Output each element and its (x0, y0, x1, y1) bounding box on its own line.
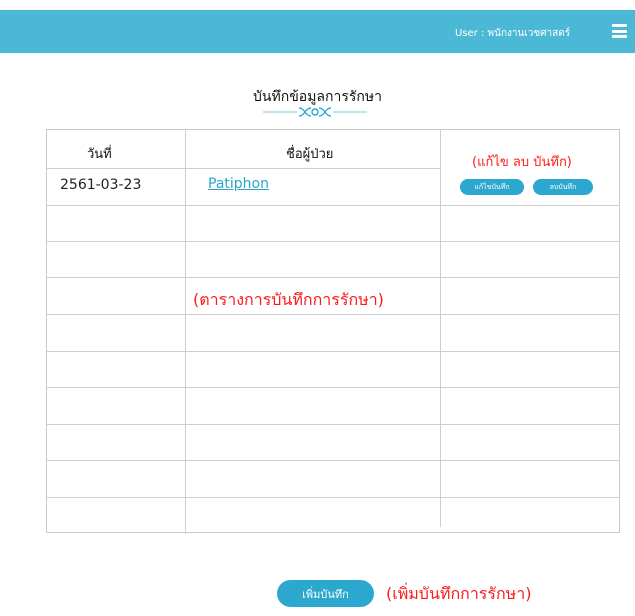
row-divider (47, 277, 619, 278)
top-bar: User : พนักงานเวชศาสตร์ (0, 10, 635, 53)
actions-annotation: (แก้ไข ลบ บันทึก) (472, 155, 572, 170)
row-divider (47, 168, 440, 169)
patient-link[interactable]: Patiphon (208, 176, 269, 192)
column-header-patient: ชื่อผู้ป่วย (286, 147, 334, 162)
column-divider (440, 130, 441, 527)
records-table: วันที่ ชื่อผู้ป่วย (แก้ไข ลบ บันทึก) 256… (46, 129, 620, 534)
hamburger-menu-icon[interactable] (612, 24, 627, 38)
add-record-button[interactable]: เพิ่มบันทึก (277, 580, 374, 607)
delete-record-button[interactable]: ลบบันทึก (533, 179, 593, 195)
row-divider (47, 314, 619, 315)
user-label: User : พนักงานเวชศาสตร์ (455, 28, 571, 39)
row-divider (47, 497, 619, 498)
add-record-annotation: (เพิ่มบันทึกการรักษา) (386, 584, 532, 603)
row-divider (47, 460, 619, 461)
edit-record-button[interactable]: แก้ไขบันทึก (460, 179, 524, 195)
divider-ornament-icon (263, 107, 367, 117)
record-date: 2561-03-23 (60, 177, 142, 193)
row-divider (47, 351, 619, 352)
column-divider (185, 130, 186, 534)
column-header-date: วันที่ (87, 147, 112, 162)
row-divider (47, 205, 619, 206)
table-annotation: (ตารางการบันทึกการรักษา) (193, 290, 384, 309)
row-divider (47, 241, 619, 242)
page-title: บันทึกข้อมูลการรักษา (253, 89, 382, 105)
row-divider (47, 387, 619, 388)
row-divider (47, 424, 619, 425)
